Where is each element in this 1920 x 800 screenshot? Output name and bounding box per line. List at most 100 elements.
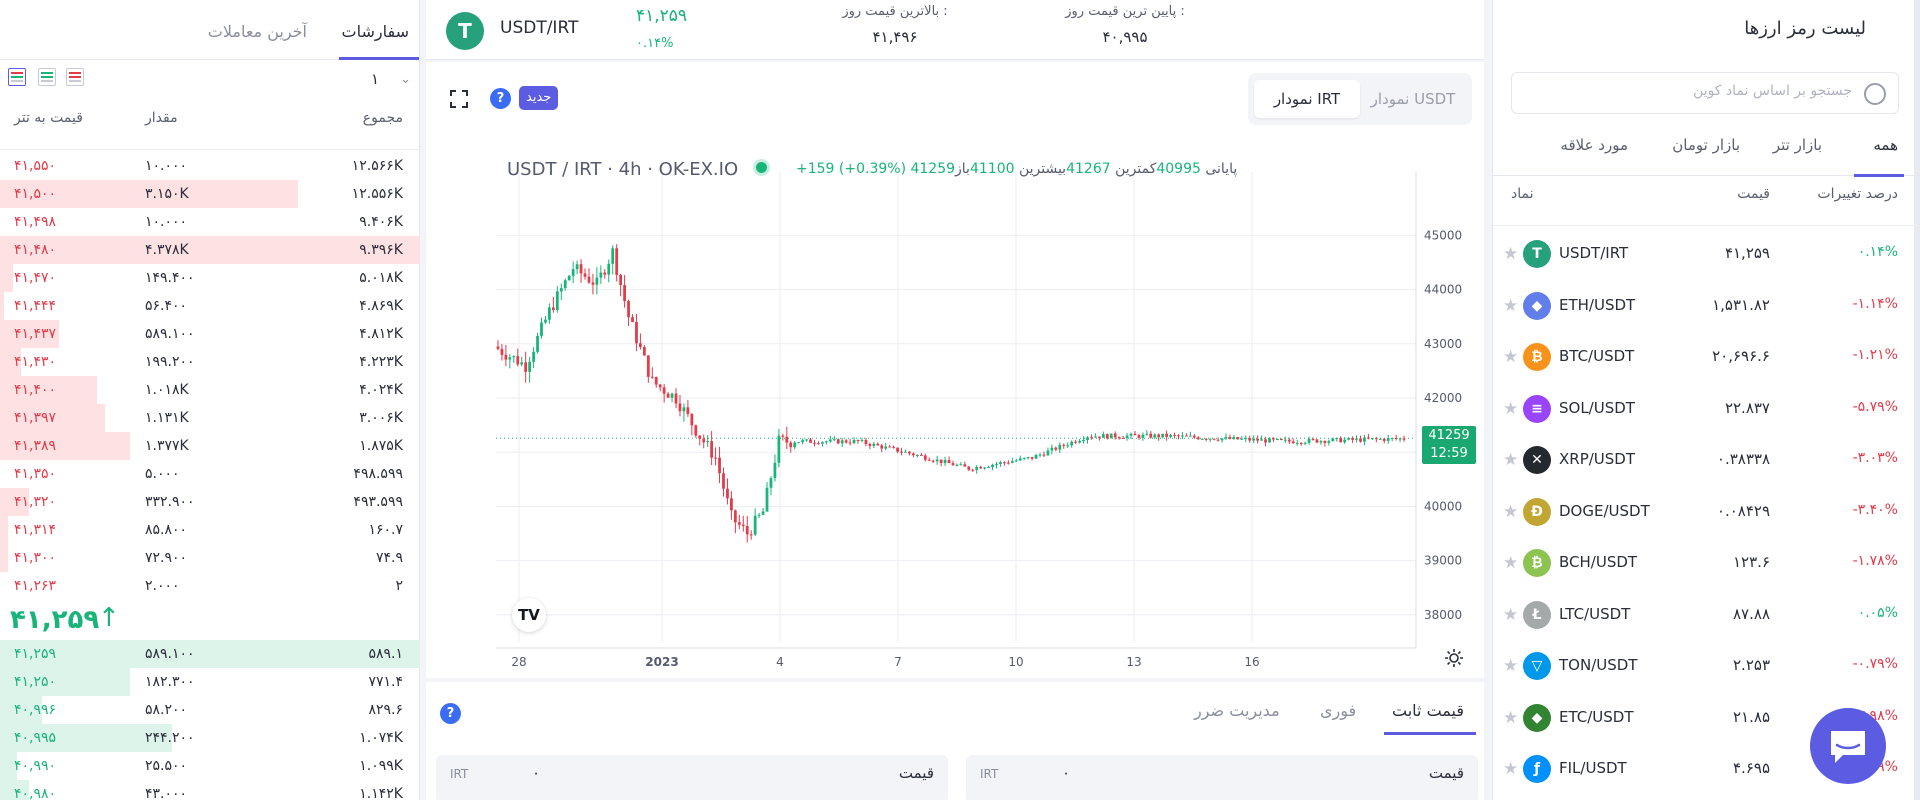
candle-body (1192, 435, 1196, 438)
sell-order-row[interactable]: ۵.۰۱۸K ۱۴۹.۴۰۰ ۴۱,۴۷۰ (0, 264, 419, 292)
buy-order-row[interactable]: ۱.۰۹۹K ۲۵.۵۰۰ ۴۰,۹۹۰ (0, 752, 419, 780)
coin-change: -۳.۴۰% (1852, 501, 1898, 518)
buy-order-row[interactable]: ۸۲۹.۶ ۵۸.۲۰۰ ۴۰,۹۹۶ (0, 696, 419, 724)
candle-body (1355, 438, 1358, 440)
tab-toman-market[interactable]: بازار تومان (1672, 136, 1740, 154)
tab-usdt-market[interactable]: بازار تتر (1773, 136, 1822, 154)
market-row[interactable]: ★ Ð DOGE/USDT ۰.۰۸۴۲۹ -۳.۴۰% (1493, 486, 1920, 538)
candle-body (1153, 434, 1157, 438)
star-icon[interactable]: ★ (1503, 759, 1518, 779)
star-icon[interactable]: ★ (1503, 502, 1518, 522)
tab-favorites[interactable]: مورد علاقه (1560, 136, 1628, 154)
market-row[interactable]: ★ T USDT/IRT ۴۱,۲۵۹ ۰.۱۴% (1493, 228, 1920, 280)
header-change: درصد تغییرات (1817, 186, 1898, 202)
sell-order-row[interactable]: ۴.۸۶۹K ۵۶.۴۰۰ ۴۱,۴۴۴ (0, 292, 419, 320)
depth-select[interactable]: ۱ (371, 70, 379, 88)
sell-order-row[interactable]: ۲ ۲.۰۰۰ ۴۱,۲۶۳ (0, 572, 419, 600)
candle-body (500, 349, 504, 355)
star-icon[interactable]: ★ (1503, 605, 1518, 625)
sell-order-row[interactable]: ۴.۰۲۴K ۱.۰۱۸K ۴۱,۴۰۰ (0, 376, 419, 404)
market-row[interactable]: ★ ▽ TON/USDT ۲.۲۵۳ -۰.۷۹% (1493, 640, 1920, 692)
candle-body (840, 440, 844, 444)
sell-order-row[interactable]: ۳.۰۰۶K ۱.۱۳۱K ۴۱,۳۹۷ (0, 404, 419, 432)
buy-order-row[interactable]: ۱.۱۴۲K ۴۳.۰۰۰ ۴۰,۹۸۰ (0, 780, 419, 800)
market-row[interactable]: ★ Ł LTC/USDT ۸۷.۸۸ ۰.۰۵% (1493, 589, 1920, 641)
star-icon[interactable]: ★ (1503, 244, 1518, 264)
tab-stop-loss[interactable]: مدیریت ضرر (1194, 701, 1280, 720)
star-icon[interactable]: ★ (1503, 656, 1518, 676)
buy-order-row[interactable]: ۱.۰۷۴K ۲۴۴.۲۰۰ ۴۰,۹۹۵ (0, 724, 419, 752)
coin-symbol: XRP/USDT (1559, 450, 1636, 468)
tab-recent-trades[interactable]: آخرین معاملات (208, 22, 307, 41)
chevron-down-icon[interactable]: ⌄ (400, 72, 411, 87)
sell-order-row[interactable]: ۱۲.۵۵۶K ۳.۱۵۰K ۴۱,۵۰۰ (0, 180, 419, 208)
sell-price-field[interactable]: قیمت ۰ IRT (436, 755, 948, 800)
depth-bar (0, 236, 420, 264)
view-sells-icon[interactable] (66, 68, 84, 86)
gear-icon[interactable] (1444, 648, 1464, 668)
star-icon[interactable]: ★ (1503, 296, 1518, 316)
coin-change: -۱.۷۸% (1852, 553, 1898, 569)
tradingview-logo-icon[interactable]: TV (512, 598, 546, 632)
candle-body (1121, 437, 1125, 439)
star-icon[interactable]: ★ (1503, 708, 1518, 728)
order-book-tabs: سفارشات آخرین معاملات (0, 0, 419, 60)
buy-price-field[interactable]: قیمت ۰ IRT (966, 755, 1478, 800)
sell-order-row[interactable]: ۴.۸۱۲K ۵۸۹.۱۰۰ ۴۱,۴۳۷ (0, 320, 419, 348)
buy-price-value: ۰ (1062, 764, 1071, 782)
chat-support-button[interactable] (1810, 708, 1886, 784)
buy-order-row[interactable]: ۵۸۹.۱ ۵۸۹.۱۰۰ ۴۱,۲۵۹ (0, 640, 420, 668)
market-row[interactable]: ★ ₿ BTC/USDT ۲۰,۶۹۶.۶ -۱.۲۱% (1493, 331, 1920, 383)
sell-order-row[interactable]: ۱۶۰.۷ ۸۵.۸۰۰ ۴۱,۳۱۴ (0, 516, 419, 544)
view-both-icon[interactable] (8, 68, 26, 86)
star-icon[interactable]: ★ (1503, 553, 1518, 573)
sell-order-row[interactable]: ۴.۲۲۳K ۱۹۹.۲۰۰ ۴۱,۴۳۰ (0, 348, 419, 376)
candle-body (1034, 455, 1038, 459)
candle-body (1141, 434, 1145, 438)
coin-price: ۲.۲۵۳ (1733, 656, 1770, 674)
sell-order-row[interactable]: ۴۹۸.۵۹۹ ۵.۰۰۰ ۴۱,۳۵۰ (0, 460, 419, 488)
market-row[interactable]: ★ ₿ BCH/USDT ۱۲۳.۶ -۱.۷۸% (1493, 537, 1920, 589)
candle-body (563, 280, 567, 289)
coin-price: ۱,۵۳۱.۸۲ (1712, 295, 1770, 314)
candle-body (844, 440, 848, 443)
market-row[interactable]: ★ ✕ XRP/USDT ۰.۳۸۳۳۸ -۳.۰۳% (1493, 434, 1920, 486)
order-price: ۴۱,۴۸۰ (14, 242, 57, 258)
candle-body (1402, 438, 1406, 440)
sell-order-row[interactable]: ۴۹۳.۵۹۹ ۳۳۲.۹۰۰ ۴۱,۳۲۰ (0, 488, 419, 516)
order-total: ۸۲۹.۶ (368, 702, 403, 718)
market-row[interactable]: ★ ◆ ETH/USDT ۱,۵۳۱.۸۲ -۱.۱۴% (1493, 280, 1920, 332)
tab-market-order[interactable]: فوری (1320, 701, 1356, 720)
buy-price-unit: IRT (980, 767, 999, 781)
candle-body (927, 459, 931, 461)
search-input[interactable]: جستجو بر اساس نماد کوین (1511, 72, 1899, 114)
order-amount: ۷۲.۹۰۰ (145, 550, 188, 566)
view-buys-icon[interactable] (38, 68, 56, 86)
order-total: ۴.۲۲۳K (359, 354, 403, 370)
buy-order-row[interactable]: ۷۷۱.۴ ۱۸۲.۳۰۰ ۴۱,۲۵۰ (0, 668, 419, 696)
order-amount: ۳.۱۵۰K (145, 186, 189, 202)
sell-order-row[interactable]: ۹.۴۰۶K ۱۰.۰۰۰ ۴۱,۴۹۸ (0, 208, 419, 236)
order-amount: ۴۳.۰۰۰ (145, 786, 188, 800)
star-icon[interactable]: ★ (1503, 450, 1518, 470)
coin-price: ۲۲.۸۳۷ (1724, 398, 1770, 417)
candle-body (749, 534, 753, 536)
countdown-timer: 12:59 (1430, 446, 1468, 461)
help-icon[interactable]: ? (440, 703, 461, 724)
tab-all[interactable]: همه (1873, 136, 1898, 154)
star-icon[interactable]: ★ (1503, 347, 1518, 367)
tab-orders[interactable]: سفارشات (342, 22, 409, 41)
star-icon[interactable]: ★ (1503, 399, 1518, 419)
market-row[interactable]: ★ ≡ SOL/USDT ۲۲.۸۳۷ -۵.۷۹% (1493, 383, 1920, 435)
order-amount: ۵.۰۰۰ (145, 466, 180, 482)
tab-limit-order[interactable]: قیمت ثابت (1392, 701, 1464, 720)
candle-body (540, 322, 543, 336)
sell-order-row[interactable]: ۹.۳۹۶K ۴.۳۷۸K ۴۱,۴۸۰ (0, 236, 420, 264)
price-chart[interactable]: 3800039000400004100042000430004400045000… (426, 62, 1484, 678)
search-placeholder: جستجو بر اساس نماد کوین (1693, 83, 1852, 99)
sell-order-row[interactable]: ۱.۸۷۵K ۱.۳۷۷K ۴۱,۳۸۹ (0, 432, 419, 460)
active-tab-underline (1384, 732, 1476, 735)
sell-order-row[interactable]: ۱۲.۵۶۶K ۱۰.۰۰۰ ۴۱,۵۵۰ (0, 152, 419, 180)
sell-order-row[interactable]: ۷۴.۹ ۷۲.۹۰۰ ۴۱,۳۰۰ (0, 544, 419, 572)
coin-change: ۰.۰۵% (1857, 604, 1898, 621)
